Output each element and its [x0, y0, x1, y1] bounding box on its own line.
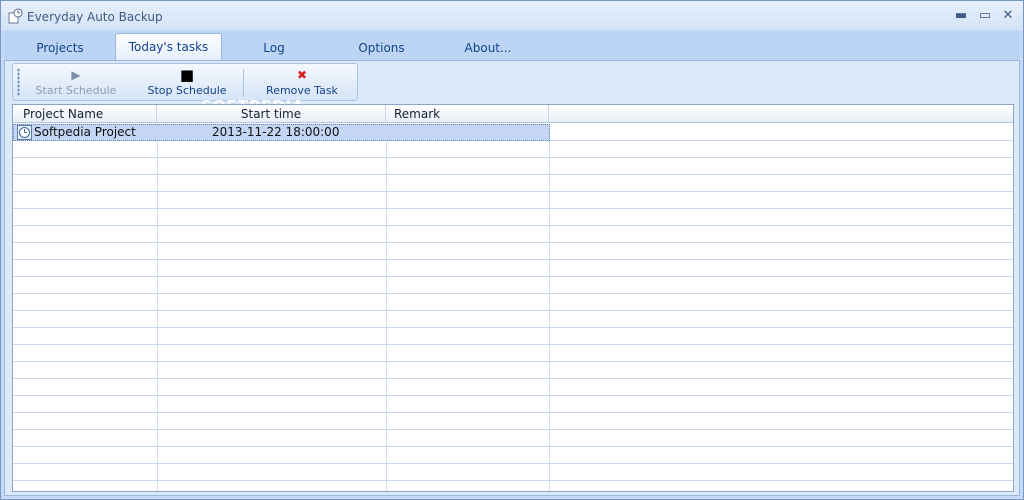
toolbar-grip[interactable]	[17, 68, 20, 96]
remove-task-button[interactable]: ✖ Remove Task	[259, 66, 345, 100]
tab-log[interactable]: Log	[224, 37, 324, 61]
start-schedule-label: Start Schedule	[35, 84, 117, 97]
minimize-button[interactable]: ▬	[951, 7, 971, 25]
todays-tasks-pane: ▶ Start Schedule ■ Stop Schedule ✖ Remov…	[4, 60, 1020, 496]
app-icon	[8, 8, 23, 24]
app-window: Everyday Auto Backup ▬ ▭ ✕ Projects Toda…	[0, 0, 1024, 500]
grid-header: Project Name Start time Remark	[13, 105, 1013, 123]
stop-icon: ■	[179, 66, 195, 84]
window-title: Everyday Auto Backup	[27, 10, 163, 24]
tab-todays-tasks[interactable]: Today's tasks	[115, 33, 222, 62]
start-schedule-button[interactable]: ▶ Start Schedule	[29, 66, 123, 100]
grid-rows: Softpedia Project 2013-11-22 18:00:00	[13, 124, 1013, 491]
tab-strip: Projects Today's tasks Log Options About…	[4, 31, 1020, 62]
column-project-name[interactable]: Project Name	[13, 105, 157, 123]
maximize-button[interactable]: ▭	[975, 7, 995, 25]
column-divider	[549, 124, 550, 491]
cell-project-name: Softpedia Project	[34, 125, 136, 139]
delete-icon: ✖	[296, 68, 308, 82]
schedule-clock-icon	[17, 125, 32, 140]
remove-task-label: Remove Task	[266, 84, 338, 97]
column-divider	[157, 124, 158, 491]
stop-schedule-label: Stop Schedule	[147, 84, 227, 97]
tasks-grid[interactable]: Project Name Start time Remark Softpedia…	[12, 104, 1014, 492]
cell-start-time: 2013-11-22 18:00:00	[212, 125, 340, 139]
tab-options[interactable]: Options	[329, 37, 434, 61]
tab-about[interactable]: About...	[436, 37, 540, 61]
toolbar-separator	[243, 69, 244, 97]
table-row[interactable]: Softpedia Project 2013-11-22 18:00:00	[13, 124, 550, 141]
title-bar[interactable]: Everyday Auto Backup ▬ ▭ ✕	[1, 1, 1023, 31]
column-start-time[interactable]: Start time	[157, 105, 386, 123]
column-divider	[386, 124, 387, 491]
stop-schedule-button[interactable]: ■ Stop Schedule	[141, 66, 233, 100]
play-icon: ▶	[71, 68, 81, 82]
cell-remark	[392, 125, 542, 140]
toolbar: ▶ Start Schedule ■ Stop Schedule ✖ Remov…	[12, 63, 358, 101]
close-button[interactable]: ✕	[998, 7, 1018, 25]
tab-projects[interactable]: Projects	[4, 37, 116, 61]
column-remark[interactable]: Remark	[386, 105, 549, 123]
